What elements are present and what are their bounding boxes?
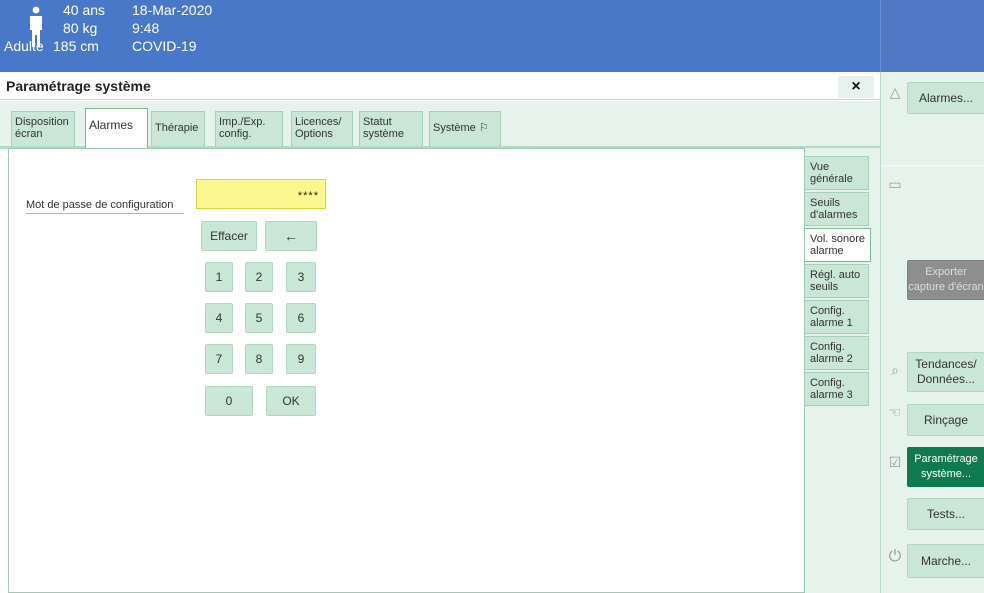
key-4[interactable]: 4 [205, 303, 233, 333]
tab-label: Imp./Exp. config. [219, 116, 266, 140]
tests-button[interactable]: Tests... [907, 498, 984, 530]
header-right-area [880, 0, 984, 72]
tab-label: Thérapie [155, 122, 199, 134]
tab-label: Statut système [363, 116, 404, 140]
tab-bar: Disposition écran Alarmes Thérapie Imp./… [0, 101, 880, 148]
key-3[interactable]: 3 [286, 262, 316, 292]
patient-weight: 80 kg [63, 20, 98, 36]
subtab-config-alarme-2[interactable]: Config. alarme 2 [805, 336, 869, 370]
rinse-button[interactable]: Rinçage [907, 404, 984, 436]
close-button[interactable]: × [838, 76, 874, 98]
clear-button[interactable]: Effacer [201, 221, 257, 251]
tab-label: Licences/ Options [295, 116, 342, 140]
system-setup-window: Paramétrage système × Disposition écran … [0, 72, 880, 593]
patient-category: Adulte [4, 38, 44, 54]
flag-icon: ⚐ [478, 122, 489, 134]
tab-label: Alarmes [89, 118, 134, 132]
subtab-config-alarme-3[interactable]: Config. alarme 3 [805, 372, 869, 406]
trends-icon: ⌕ [891, 362, 899, 378]
tab-imp-exp-config[interactable]: Imp./Exp. config. [215, 111, 283, 146]
alarm-triangle-icon: △ [889, 84, 901, 100]
tab-licences-options[interactable]: Licences/ Options [291, 111, 353, 146]
tab-label: Disposition écran [15, 116, 69, 140]
export-screenshot-button[interactable]: Exporter capture d'écran [907, 260, 984, 300]
tab-label: Système [433, 122, 476, 134]
key-5[interactable]: 5 [245, 303, 273, 333]
subtab-vue-generale[interactable]: Vue générale [805, 156, 869, 190]
backspace-button[interactable]: ← [265, 221, 317, 251]
trends-data-button[interactable]: Tendances/ Données... [907, 352, 984, 392]
alarm-password-panel: Mot de passe de configuration **** Effac… [8, 148, 805, 593]
subtab-regl-auto-seuils[interactable]: Régl. auto seuils [805, 264, 869, 298]
tab-alarmes[interactable]: Alarmes [85, 108, 148, 148]
patient-header: 40 ans 80 kg Adulte 185 cm 18-Mar-2020 9… [0, 0, 984, 72]
alarms-button[interactable]: Alarmes... [907, 82, 984, 114]
subtab-config-alarme-1[interactable]: Config. alarme 1 [805, 300, 869, 334]
patient-height: 185 cm [53, 38, 99, 54]
patient-info: 40 ans 80 kg Adulte 185 cm 18-Mar-2020 9… [0, 0, 245, 72]
rinse-hand-icon: ☜ [888, 404, 902, 420]
key-6[interactable]: 6 [286, 303, 316, 333]
subtab-seuils-alarmes[interactable]: Seuils d'alarmes [805, 192, 869, 226]
tab-statut-systeme[interactable]: Statut système [359, 111, 423, 146]
patient-diagnosis: COVID-19 [132, 38, 197, 54]
screen-icon: ▭ [888, 176, 902, 192]
setup-icon: ☑ [888, 454, 902, 470]
tab-therapie[interactable]: Thérapie [151, 111, 205, 146]
subtab-vol-sonore-alarme[interactable]: Vol. sonore alarme [805, 228, 871, 262]
key-0[interactable]: 0 [205, 386, 253, 416]
power-icon: ⏻ [888, 548, 902, 565]
tab-disposition-ecran[interactable]: Disposition écran [11, 111, 75, 146]
key-9[interactable]: 9 [286, 344, 316, 374]
tab-systeme[interactable]: Système ⚐ [429, 111, 501, 146]
alarm-subtabs: Vue générale Seuils d'alarmes Vol. sonor… [805, 148, 880, 593]
sidebar-divider [881, 165, 984, 166]
window-title: Paramétrage système [6, 78, 151, 94]
key-8[interactable]: 8 [245, 344, 273, 374]
system-setup-button[interactable]: Paramétrage système... [907, 447, 984, 487]
password-input[interactable]: **** [196, 179, 326, 209]
key-2[interactable]: 2 [245, 262, 273, 292]
key-7[interactable]: 7 [205, 344, 233, 374]
power-button[interactable]: Marche... [907, 544, 984, 578]
patient-age: 40 ans [63, 2, 106, 18]
key-1[interactable]: 1 [205, 262, 233, 292]
ok-button[interactable]: OK [266, 386, 316, 416]
window-titlebar: Paramétrage système × [0, 72, 880, 100]
current-time: 9:48 [132, 20, 160, 36]
current-date: 18-Mar-2020 [132, 2, 213, 18]
right-sidebar: △ Alarmes... ▭ Exporter capture d'écran … [880, 72, 984, 593]
password-label: Mot de passe de configuration [26, 199, 184, 214]
